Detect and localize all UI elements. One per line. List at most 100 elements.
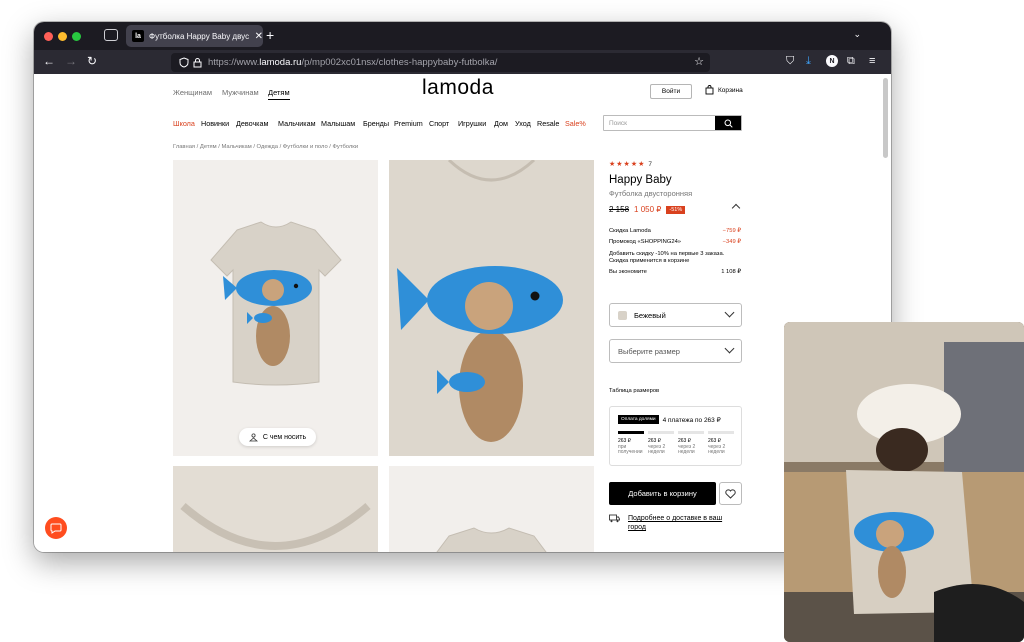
product-photo-3[interactable] bbox=[173, 466, 378, 552]
tshirt-closeup-image bbox=[389, 160, 594, 456]
search-input[interactable]: Поиск bbox=[604, 116, 715, 130]
add-to-cart-button[interactable]: Добавить в корзину bbox=[609, 482, 716, 505]
breadcrumb[interactable]: Главная / Детям / Мальчикам / Одежда / Ф… bbox=[173, 144, 358, 150]
category-sport[interactable]: Спорт bbox=[429, 119, 449, 128]
discount-badge: -51% bbox=[666, 205, 686, 214]
search-icon bbox=[724, 119, 733, 128]
maximize-window-button[interactable] bbox=[72, 32, 81, 41]
category-babies[interactable]: Малышам bbox=[321, 119, 355, 128]
category-toys[interactable]: Игрушки bbox=[458, 119, 486, 128]
chat-icon bbox=[50, 523, 62, 534]
nav-women[interactable]: Женщинам bbox=[173, 88, 212, 97]
lamoda-logo[interactable]: lamoda bbox=[422, 76, 494, 100]
installments-box[interactable]: Оплата долями 4 платежа по 263 ₽ 263 ₽ пр… bbox=[609, 406, 742, 466]
child-wearing-tshirt-image bbox=[784, 322, 1024, 642]
menu-icon[interactable]: ≡ bbox=[869, 55, 875, 67]
tab-overview-icon[interactable] bbox=[104, 29, 118, 41]
color-select[interactable]: Бежевый bbox=[609, 303, 742, 327]
collapse-price-icon[interactable] bbox=[731, 203, 741, 213]
nav-bar: ← → ↻ https://www.lamoda.ru/p/mp002xc01n… bbox=[34, 50, 891, 74]
reload-icon[interactable]: ↻ bbox=[87, 54, 97, 68]
product-photo-2[interactable] bbox=[389, 160, 594, 456]
cart-icon bbox=[705, 85, 714, 95]
pocket-icon[interactable]: ⛉ bbox=[786, 55, 794, 68]
category-girls[interactable]: Девочкам bbox=[236, 119, 268, 128]
collar-image bbox=[180, 502, 371, 550]
close-tab-icon[interactable]: ✕ bbox=[255, 31, 263, 42]
downloads-icon[interactable]: ⤓ bbox=[806, 55, 811, 68]
scrollbar[interactable] bbox=[883, 78, 888, 158]
discount-note: Добавить скидку -10% на первые 3 заказа.… bbox=[609, 251, 725, 264]
old-price: 2 158 bbox=[609, 205, 630, 214]
wishlist-button[interactable] bbox=[719, 482, 742, 505]
category-home[interactable]: Дом bbox=[494, 119, 508, 128]
tab-bar: la Футболка Happy Baby двустор ✕ + ⌄ bbox=[34, 22, 891, 50]
chevron-down-icon bbox=[724, 343, 735, 354]
chevron-down-icon bbox=[724, 307, 735, 318]
installment-schedule: 263 ₽ при получении 263 ₽ через 2 недели 2… bbox=[618, 438, 734, 456]
delivery-link[interactable]: Подробнее о доставке в ваш город bbox=[628, 514, 738, 532]
close-window-button[interactable] bbox=[44, 32, 53, 41]
color-value: Бежевый bbox=[634, 310, 666, 320]
favicon-icon: la bbox=[132, 30, 144, 42]
cart-link[interactable]: Корзина bbox=[705, 85, 743, 95]
size-select[interactable]: Выберите размер bbox=[609, 339, 742, 363]
installment-bar bbox=[618, 431, 644, 434]
price-block: 2 158 1 050 ₽ -51% bbox=[609, 205, 686, 214]
outfit-label: С чем носить bbox=[262, 433, 307, 441]
installment-progress bbox=[618, 431, 734, 434]
new-price: 1 050 ₽ bbox=[634, 205, 662, 214]
rating-stars: ★★★★★ bbox=[609, 161, 646, 168]
truck-icon bbox=[609, 514, 620, 523]
shield-icon bbox=[179, 57, 189, 68]
size-table-link[interactable]: Таблица размеров bbox=[609, 388, 659, 394]
category-brands[interactable]: Бренды bbox=[363, 119, 389, 128]
discount-row-lamoda: Скидка Lamoda −759 ₽ bbox=[609, 228, 741, 234]
url-text: https://www.lamoda.ru/p/mp002xc01nsx/clo… bbox=[208, 57, 498, 68]
customer-photo bbox=[784, 322, 1024, 642]
hanger-icon bbox=[248, 432, 258, 441]
active-tab[interactable]: la Футболка Happy Baby двустор ✕ bbox=[126, 25, 263, 47]
tab-title: Футболка Happy Baby двустор bbox=[149, 31, 249, 41]
heart-icon bbox=[725, 488, 736, 499]
page-content: Женщинам Мужчинам Детям lamoda Войти Кор… bbox=[34, 74, 891, 552]
address-bar[interactable]: https://www.lamoda.ru/p/mp002xc01nsx/clo… bbox=[171, 53, 710, 72]
extensions-icon[interactable]: ⧉ bbox=[847, 55, 855, 68]
category-sale[interactable]: Sale% bbox=[565, 119, 586, 128]
product-photo-1[interactable]: С чем носить bbox=[173, 160, 378, 456]
back-icon[interactable]: ← bbox=[43, 54, 55, 68]
forward-icon[interactable]: → bbox=[65, 54, 77, 68]
lock-icon bbox=[193, 58, 202, 68]
category-premium[interactable]: Premium bbox=[394, 119, 423, 128]
nav-kids[interactable]: Детям bbox=[268, 88, 290, 100]
rating-count: 7 bbox=[648, 161, 654, 168]
rating[interactable]: ★★★★★ 7 bbox=[609, 160, 653, 168]
savings-row: Вы экономите 1 108 ₽ bbox=[609, 269, 741, 275]
search-box[interactable]: Поиск bbox=[603, 115, 742, 131]
outfit-button[interactable]: С чем носить bbox=[239, 428, 316, 446]
minimize-window-button[interactable] bbox=[58, 32, 67, 41]
category-care[interactable]: Уход bbox=[515, 119, 531, 128]
product-photo-4[interactable] bbox=[389, 466, 594, 552]
new-tab-icon[interactable]: + bbox=[266, 27, 274, 43]
installments-badge: Оплата долями bbox=[618, 415, 659, 424]
list-tabs-icon[interactable]: ⌄ bbox=[853, 29, 861, 40]
installment-3: 263 ₽ через 2 недели bbox=[678, 438, 696, 455]
extension-n-icon[interactable]: N bbox=[826, 55, 838, 67]
size-placeholder: Выберите размер bbox=[618, 346, 680, 356]
product-brand[interactable]: Happy Baby bbox=[609, 174, 672, 186]
installment-4: 263 ₽ через 2 недели bbox=[708, 438, 726, 455]
chat-button[interactable] bbox=[45, 517, 67, 539]
nav-men[interactable]: Мужчинам bbox=[222, 88, 259, 97]
category-resale[interactable]: Resale bbox=[537, 119, 559, 128]
category-school[interactable]: Школа bbox=[173, 119, 195, 128]
installment-bar bbox=[708, 431, 734, 434]
installment-1: 263 ₽ при получении bbox=[618, 438, 643, 455]
category-new[interactable]: Новинки bbox=[201, 119, 229, 128]
browser-window: la Футболка Happy Baby двустор ✕ + ⌄ ← →… bbox=[34, 22, 891, 552]
login-button[interactable]: Войти bbox=[650, 84, 692, 99]
bookmark-star-icon[interactable]: ☆ bbox=[694, 55, 704, 68]
search-button[interactable] bbox=[715, 116, 741, 130]
category-boys[interactable]: Мальчикам bbox=[278, 119, 316, 128]
delivery-info[interactable]: Подробнее о доставке в ваш город bbox=[609, 514, 738, 532]
